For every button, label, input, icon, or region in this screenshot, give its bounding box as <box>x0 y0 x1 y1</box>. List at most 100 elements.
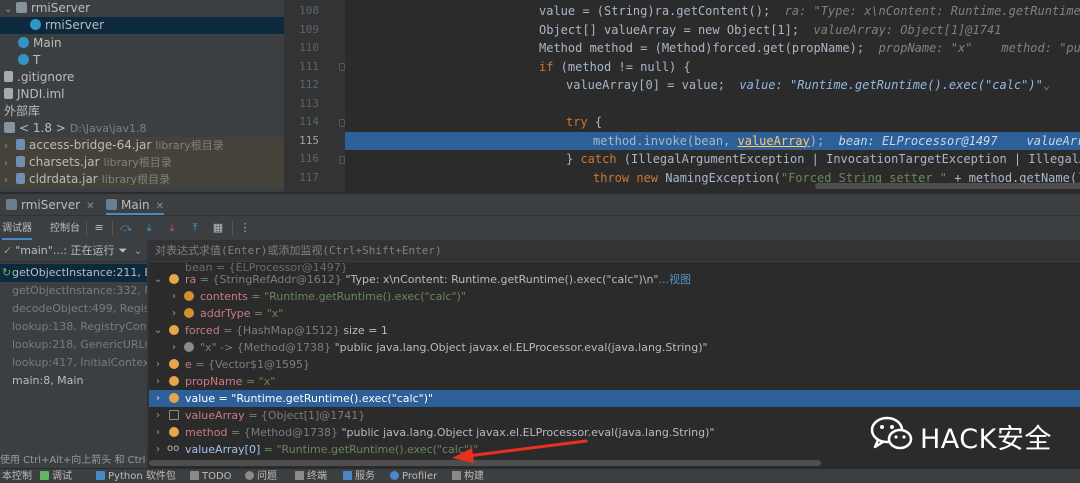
chevron-right-icon[interactable]: › <box>153 373 163 390</box>
variable-row-e[interactable]: › e = {Vector$1@1595} <box>149 356 1080 373</box>
line-number: 114 <box>299 115 319 128</box>
line-number: 109 <box>299 22 319 36</box>
tree-item-jar[interactable]: › access-bridge-64.jar library根目录 <box>0 137 284 154</box>
force-step-into-icon[interactable]: ⤓ <box>165 221 179 235</box>
object-icon <box>169 393 179 403</box>
tree-item-t[interactable]: T <box>0 52 284 69</box>
step-out-icon[interactable]: ⤒ <box>188 221 202 235</box>
variable-row-propname[interactable]: › propName = "x" <box>149 373 1080 390</box>
code-line-116: } catch (IllegalArgumentException | Invo… <box>566 152 1080 166</box>
current-frame-icon: ↻ <box>2 266 12 279</box>
chevron-right-icon[interactable]: › <box>153 390 163 407</box>
editor-horizontal-scrollbar[interactable] <box>815 183 1080 189</box>
variable-row-forced[interactable]: ⌄ forced = {HashMap@1512} size = 1 <box>149 322 1080 339</box>
evaluate-icon[interactable]: ▦ <box>211 221 225 235</box>
class-icon <box>18 54 29 65</box>
jar-icon <box>16 173 25 184</box>
variable-row-ra[interactable]: ⌄ ra = {StringRefAddr@1612} "Type: x\nCo… <box>149 271 1080 288</box>
tab-debugger[interactable]: 调试器 <box>2 216 32 241</box>
tree-item-jdk[interactable]: < 1.8 > D:\Java\jav1.8 <box>0 120 284 137</box>
filter-icon[interactable]: ⏷ <box>119 244 128 257</box>
tree-item-external-libraries[interactable]: 外部库 <box>0 103 284 120</box>
field-icon <box>184 308 194 318</box>
tool-window-python-packages[interactable]: Python 软件包 <box>96 469 176 483</box>
chevron-down-icon[interactable]: ⌄ <box>153 271 163 288</box>
list-icon <box>190 471 199 480</box>
run-config-icon <box>106 199 117 210</box>
code-line-110: Method method = (Method)forced.get(propN… <box>539 41 1080 55</box>
chevron-down-icon[interactable]: ⌄ <box>153 322 163 339</box>
tab-rmiserver[interactable]: rmiServer ✕ <box>6 194 95 216</box>
tree-item-rmiserver-package[interactable]: ⌄ rmiServer <box>0 0 284 17</box>
object-icon <box>169 325 179 335</box>
chevron-right-icon[interactable]: › <box>153 407 163 424</box>
folder-icon <box>4 122 15 133</box>
chevron-right-icon[interactable]: › <box>153 441 163 458</box>
bug-icon <box>40 471 49 480</box>
tool-window-services[interactable]: 服务 <box>343 469 375 483</box>
close-icon[interactable]: ✕ <box>156 201 164 212</box>
tool-window-profiler[interactable]: Profiler <box>390 469 437 483</box>
stack-frame[interactable]: lookup:218, GenericURLCon <box>0 336 147 354</box>
chevron-down-icon[interactable]: ⌄ <box>4 1 16 18</box>
chevron-right-icon[interactable]: › <box>153 424 163 441</box>
object-icon <box>169 274 179 284</box>
chevron-right-icon[interactable]: › <box>4 172 16 189</box>
chevron-right-icon[interactable]: › <box>169 339 179 356</box>
chevron-right-icon[interactable]: › <box>4 155 16 172</box>
layout-icon[interactable]: ⋮ <box>238 221 252 235</box>
chevron-right-icon[interactable]: › <box>169 288 179 305</box>
step-into-icon[interactable]: ⤓ <box>142 221 156 235</box>
stack-frame[interactable]: lookup:417, InitialContext (j <box>0 354 147 372</box>
tree-item-gitignore[interactable]: .gitignore <box>0 69 284 86</box>
menu-icon[interactable]: ≡ <box>92 221 106 235</box>
tree-item-jndi-iml[interactable]: JNDI.iml <box>0 86 284 103</box>
tab-main[interactable]: Main ✕ <box>106 194 165 216</box>
thread-selector[interactable]: ✓ "main"...: 正在运行 ⏷ ⌄ <box>0 240 147 262</box>
tool-window-todo[interactable]: TODO <box>190 469 232 483</box>
chevron-right-icon[interactable]: › <box>153 356 163 373</box>
stack-frame[interactable]: main:8, Main <box>0 372 147 390</box>
tool-window-debug[interactable]: 调试 <box>40 469 72 483</box>
tool-window-version-control[interactable]: 本控制 <box>2 469 32 483</box>
variable-row-value[interactable]: › value = "Runtime.getRuntime().exec("ca… <box>149 390 1080 407</box>
chevron-down-icon[interactable]: ⌄ <box>133 244 142 257</box>
stack-frame-current[interactable]: ↻getObjectInstance:211, Bea <box>0 264 147 282</box>
profiler-icon <box>390 471 399 480</box>
stack-frame[interactable]: lookup:138, RegistryContex <box>0 318 147 336</box>
editor-gutter: 108 109 110 111 112 113 114 115 116 117 <box>289 0 345 192</box>
variable-row-map-entry[interactable]: › "x" -> {Method@1738} "public java.lang… <box>149 339 1080 356</box>
toolbar-divider <box>86 221 87 236</box>
object-icon <box>169 359 179 369</box>
code-editor[interactable]: value = (String)ra.getContent(); ra: "Ty… <box>345 0 1080 192</box>
run-config-icon <box>6 199 17 210</box>
tool-window-build[interactable]: 构建 <box>452 469 484 483</box>
tree-item-main[interactable]: Main <box>0 35 284 52</box>
variable-row-addrtype[interactable]: › addrType = "x" <box>149 305 1080 322</box>
tab-console[interactable]: 控制台 <box>50 216 80 241</box>
tree-item-jar[interactable]: › charsets.jar library根目录 <box>0 154 284 171</box>
step-over-icon[interactable]: ⤼ <box>119 221 133 235</box>
stack-frame[interactable]: getObjectInstance:332, Nam <box>0 282 147 300</box>
tree-item-jar[interactable]: › cldrdata.jar library根目录 <box>0 171 284 188</box>
annotation-arrow-icon <box>452 439 588 463</box>
variable-row-contents[interactable]: › contents = "Runtime.getRuntime().exec(… <box>149 288 1080 305</box>
chevron-right-icon[interactable]: › <box>169 305 179 322</box>
code-line-108: value = (String)ra.getContent(); ra: "Ty… <box>539 4 1080 18</box>
code-line-114: try { <box>566 115 603 129</box>
tree-item-rmiserver-class[interactable]: rmiServer <box>0 17 284 34</box>
problems-icon <box>245 471 254 480</box>
code-line-115-execution-point: method.invoke(bean, valueArray); bean: E… <box>345 131 1080 150</box>
close-icon[interactable]: ✕ <box>86 201 94 212</box>
tool-window-terminal[interactable]: 终端 <box>295 469 327 483</box>
view-link[interactable]: ...视图 <box>659 273 692 286</box>
tool-window-problems[interactable]: 问题 <box>245 469 277 483</box>
services-icon <box>343 471 352 480</box>
toolbar-divider <box>112 221 113 236</box>
chevron-right-icon[interactable]: › <box>4 138 16 155</box>
line-number: 110 <box>299 41 319 54</box>
watch-glasses-icon: oo <box>167 443 180 454</box>
object-icon <box>169 427 179 437</box>
stack-frame[interactable]: decodeObject:499, Registry <box>0 300 147 318</box>
